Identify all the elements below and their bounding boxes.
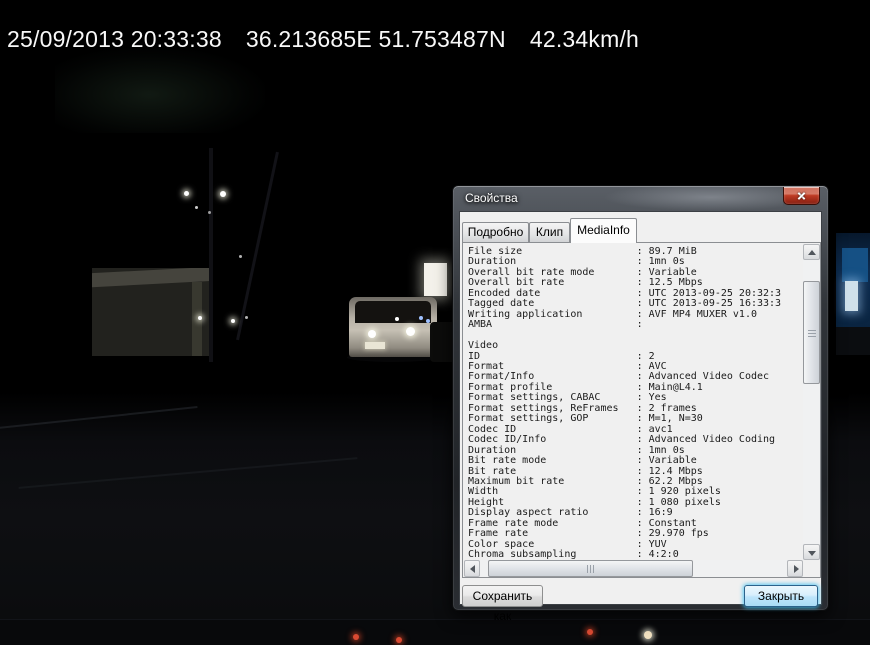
- roadside-building: [92, 268, 210, 356]
- windshield-reflection: [55, 48, 265, 133]
- arrow-left-icon: [470, 565, 475, 573]
- scroll-down-button[interactable]: [803, 544, 820, 560]
- blue-kiosk-light: [845, 281, 858, 311]
- horizontal-scrollbar-thumb[interactable]: [488, 560, 693, 577]
- dialog-title-bar[interactable]: Свойства: [453, 186, 828, 211]
- vertical-scrollbar-thumb[interactable]: [803, 281, 820, 384]
- blue-kiosk-base: [836, 327, 870, 355]
- overlay-speed: 42.34km/h: [530, 26, 639, 53]
- taillight: [587, 629, 593, 635]
- yard-light: [245, 316, 248, 319]
- dashcam-player-screen: 25/09/2013 20:33:38 36.213685E 51.753487…: [0, 0, 870, 645]
- yard-light: [231, 319, 235, 323]
- vertical-scrollbar[interactable]: [803, 244, 820, 560]
- save-as-button[interactable]: Сохранить как: [462, 585, 543, 607]
- scrollbar-corner: [803, 560, 820, 577]
- streetlight: [220, 191, 226, 197]
- scroll-right-button[interactable]: [787, 560, 803, 577]
- leaning-pole: [236, 152, 279, 340]
- video-timestamp-overlay: 25/09/2013 20:33:38 36.213685E 51.753487…: [7, 26, 639, 53]
- dialog-title: Свойства: [465, 191, 518, 205]
- arrow-down-icon: [808, 551, 816, 556]
- taillight: [396, 637, 402, 643]
- lit-sign: [424, 263, 447, 296]
- close-button[interactable]: [783, 187, 820, 205]
- overlay-gps-coordinates: 36.213685E 51.753487N: [246, 26, 506, 53]
- mediainfo-text[interactable]: File size : 89.7 MiB Duration : 1mn 0s O…: [464, 244, 803, 560]
- dashboard-silhouette: [0, 619, 870, 645]
- horizontal-scrollbar[interactable]: [464, 560, 803, 577]
- tab-podrobno[interactable]: Подробно: [462, 222, 529, 242]
- tab-mediainfo[interactable]: MediaInfo: [570, 218, 637, 243]
- van-license-plate: [365, 342, 385, 349]
- taillight: [353, 634, 359, 640]
- headlight: [644, 631, 652, 639]
- van-blue-light: [419, 316, 423, 320]
- van-light-left: [368, 330, 376, 338]
- mediainfo-panel: File size : 89.7 MiB Duration : 1mn 0s O…: [462, 242, 821, 578]
- close-dialog-button[interactable]: Закрыть: [744, 585, 818, 607]
- van-reflection-light: [395, 317, 399, 321]
- scroll-left-button[interactable]: [464, 560, 480, 577]
- overlay-datetime: 25/09/2013 20:33:38: [7, 26, 222, 53]
- van-blue-light: [426, 319, 430, 323]
- dialog-client-area: Подробно Клип MediaInfo File size : 89.7…: [459, 211, 822, 605]
- tab-klip[interactable]: Клип: [529, 222, 570, 242]
- arrow-up-icon: [808, 250, 816, 255]
- distant-light: [208, 211, 211, 214]
- yard-light: [198, 316, 202, 320]
- scrollbar-grip-icon: [587, 565, 595, 573]
- blue-kiosk-window: [842, 248, 868, 282]
- properties-dialog: Свойства Подробно Клип MediaInfo File si…: [452, 185, 829, 611]
- scroll-up-button[interactable]: [803, 244, 820, 260]
- distant-light: [239, 255, 242, 258]
- scrollbar-grip-icon: [808, 330, 816, 338]
- titlebar-glass-blur: [603, 186, 783, 211]
- arrow-right-icon: [794, 565, 799, 573]
- streetlight: [184, 191, 189, 196]
- van-light-right: [406, 327, 415, 336]
- distant-light: [195, 206, 198, 209]
- utility-pole: [209, 148, 213, 362]
